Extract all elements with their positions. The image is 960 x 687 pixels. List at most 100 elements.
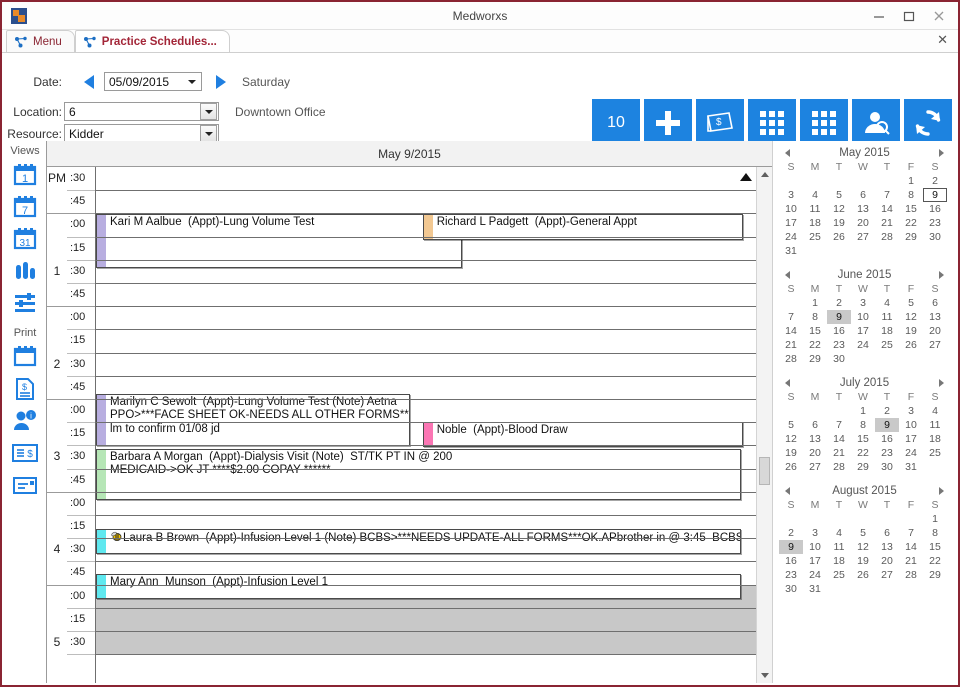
- calendar-day-cell[interactable]: 30: [923, 230, 947, 244]
- calendar-prev-icon[interactable]: [785, 149, 790, 157]
- minimize-icon[interactable]: [864, 4, 894, 28]
- calendar-day-cell[interactable]: 2: [923, 174, 947, 188]
- calendar-day-cell[interactable]: 22: [851, 446, 875, 460]
- calendar-day-cell[interactable]: 3: [803, 526, 827, 540]
- print-label-icon[interactable]: [10, 471, 40, 499]
- calendar-day-cell[interactable]: 12: [851, 540, 875, 554]
- calendar-day-icon[interactable]: 1: [10, 161, 40, 189]
- calendar-day-cell[interactable]: 26: [851, 568, 875, 582]
- sliders-icon[interactable]: [10, 289, 40, 317]
- calendar-day-cell[interactable]: 21: [875, 216, 899, 230]
- patient-info-icon[interactable]: i: [10, 407, 40, 435]
- calendar-day-cell[interactable]: 13: [923, 310, 947, 324]
- calendar-day-cell[interactable]: 30: [779, 582, 803, 596]
- calendar-day-cell[interactable]: 16: [779, 554, 803, 568]
- calendar-day-cell[interactable]: 4: [875, 296, 899, 310]
- calendar-day-cell[interactable]: 1: [899, 174, 923, 188]
- calendar-day-cell[interactable]: 15: [851, 432, 875, 446]
- calendar-day-cell[interactable]: 17: [899, 432, 923, 446]
- calendar-day-cell[interactable]: 20: [851, 216, 875, 230]
- close-tab-button[interactable]: ✕: [937, 33, 948, 47]
- calendar-day-cell[interactable]: 29: [899, 230, 923, 244]
- bar-chart-icon[interactable]: [10, 257, 40, 285]
- calendar-day-cell[interactable]: 27: [803, 460, 827, 474]
- calendar-day-cell[interactable]: 2: [875, 404, 899, 418]
- calendar-day-cell[interactable]: 27: [875, 568, 899, 582]
- calendar-day-cell[interactable]: 22: [923, 554, 947, 568]
- calendar-day-cell[interactable]: 5: [779, 418, 803, 432]
- calendar-day-cell[interactable]: 28: [899, 568, 923, 582]
- maximize-icon[interactable]: [894, 4, 924, 28]
- calendar-day-cell[interactable]: 23: [827, 338, 851, 352]
- calendar-day-cell[interactable]: 28: [779, 352, 803, 366]
- appointments-area[interactable]: Kari M Aalbue (Appt)-Lung Volume TestRic…: [96, 167, 756, 683]
- date-input[interactable]: 05/09/2015: [104, 72, 202, 91]
- calendar-day-cell[interactable]: 6: [923, 296, 947, 310]
- calendar-day-cell[interactable]: 7: [827, 418, 851, 432]
- calendar-day-cell[interactable]: 7: [875, 188, 899, 202]
- calendar-day-cell[interactable]: 8: [851, 418, 875, 432]
- print-calendar-icon[interactable]: [10, 343, 40, 371]
- calendar-next-icon[interactable]: [939, 379, 944, 387]
- calendar-prev-icon[interactable]: [785, 379, 790, 387]
- scroll-up-button[interactable]: [757, 167, 772, 182]
- calendar-day-cell[interactable]: 13: [851, 202, 875, 216]
- calendar-day-cell[interactable]: 3: [899, 404, 923, 418]
- calendar-day-cell[interactable]: 20: [875, 554, 899, 568]
- calendar-day-cell[interactable]: 7: [899, 526, 923, 540]
- appt-mary-munson[interactable]: Mary Ann Munson (Appt)-Infusion Level 1: [96, 574, 741, 599]
- calendar-day-cell[interactable]: 6: [875, 526, 899, 540]
- calendar-day-cell[interactable]: 23: [923, 216, 947, 230]
- scrollbar-thumb[interactable]: [759, 457, 770, 485]
- calendar-day-cell[interactable]: 24: [899, 446, 923, 460]
- calendar-day-cell[interactable]: 21: [779, 338, 803, 352]
- calendar-day-cell[interactable]: 6: [803, 418, 827, 432]
- location-select[interactable]: 6: [64, 102, 219, 121]
- tab-menu[interactable]: Menu: [6, 30, 75, 52]
- print-ledger-icon[interactable]: $: [10, 439, 40, 467]
- calendar-day-cell[interactable]: 7: [779, 310, 803, 324]
- scroll-down-button[interactable]: [757, 668, 772, 683]
- calendar-day-cell[interactable]: 4: [803, 188, 827, 202]
- calendar-day-cell[interactable]: 1: [851, 404, 875, 418]
- calendar-day-cell[interactable]: 11: [923, 418, 947, 432]
- calendar-day-cell[interactable]: 16: [875, 432, 899, 446]
- calendar-day-cell[interactable]: 19: [851, 554, 875, 568]
- calendar-day-cell[interactable]: 13: [875, 540, 899, 554]
- calendar-day-cell[interactable]: 4: [923, 404, 947, 418]
- calendar-day-cell[interactable]: 21: [899, 554, 923, 568]
- calendar-day-cell[interactable]: 15: [923, 540, 947, 554]
- calendar-day-cell[interactable]: 22: [803, 338, 827, 352]
- calendar-next-icon[interactable]: [939, 149, 944, 157]
- calendar-day-cell[interactable]: 6: [851, 188, 875, 202]
- calendar-day-cell[interactable]: 18: [803, 216, 827, 230]
- next-day-button[interactable]: [216, 75, 226, 89]
- calendar-day-cell[interactable]: 5: [851, 526, 875, 540]
- calendar-day-cell[interactable]: 3: [779, 188, 803, 202]
- tab-practice-schedules[interactable]: Practice Schedules...: [75, 30, 230, 52]
- calendar-week-icon[interactable]: 7: [10, 193, 40, 221]
- appt-marilyn-sewolt[interactable]: Marilyn C Sewolt (Appt)-Lung Volume Test…: [96, 394, 410, 447]
- calendar-day-cell[interactable]: 14: [899, 540, 923, 554]
- calendar-day-cell[interactable]: 29: [851, 460, 875, 474]
- calendar-day-cell[interactable]: 29: [803, 352, 827, 366]
- calendar-day-cell[interactable]: 30: [875, 460, 899, 474]
- calendar-day-cell[interactable]: 22: [899, 216, 923, 230]
- date-dropdown-icon[interactable]: [183, 73, 200, 90]
- calendar-day-cell[interactable]: 18: [923, 432, 947, 446]
- calendar-day-cell[interactable]: 20: [923, 324, 947, 338]
- print-invoice-icon[interactable]: $: [10, 375, 40, 403]
- resource-dropdown-icon[interactable]: [200, 125, 217, 142]
- calendar-day-cell[interactable]: 25: [803, 230, 827, 244]
- calendar-day-cell[interactable]: 8: [923, 526, 947, 540]
- calendar-day-cell[interactable]: 31: [803, 582, 827, 596]
- calendar-day-cell[interactable]: 8: [899, 188, 923, 202]
- schedule-grid[interactable]: PM:30:45:00:151:30:45:00:152:30:45:00:15…: [47, 167, 772, 683]
- calendar-day-cell[interactable]: 27: [851, 230, 875, 244]
- calendar-day-cell[interactable]: 17: [803, 554, 827, 568]
- calendar-day-cell[interactable]: 19: [899, 324, 923, 338]
- location-dropdown-icon[interactable]: [200, 103, 217, 120]
- calendar-day-cell[interactable]: 11: [803, 202, 827, 216]
- calendar-day-cell[interactable]: 24: [803, 568, 827, 582]
- calendar-day-cell[interactable]: 2: [779, 526, 803, 540]
